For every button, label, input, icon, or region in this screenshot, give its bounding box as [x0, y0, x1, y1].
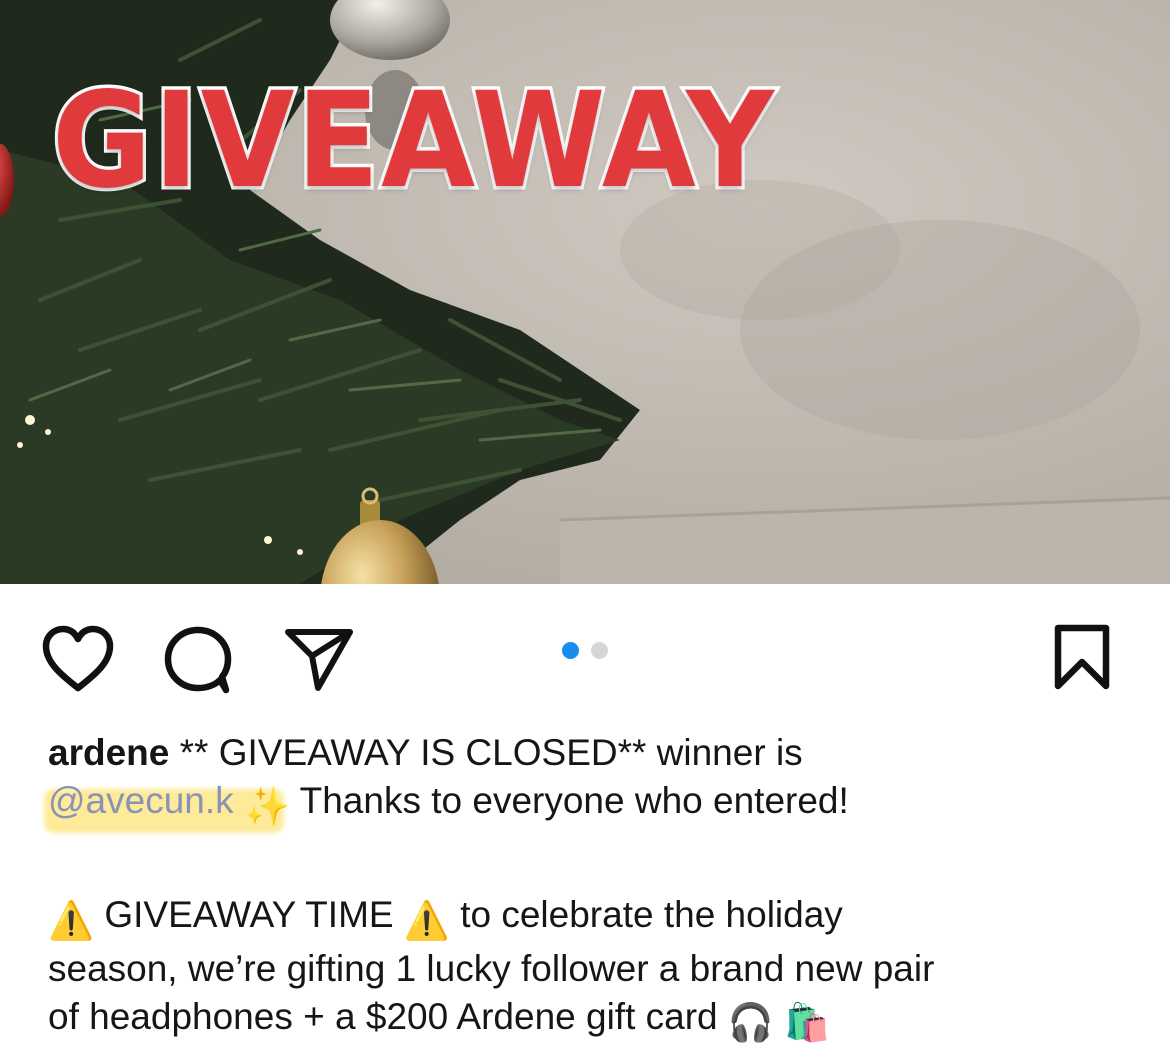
post-image[interactable]: GIVEAWAY	[0, 0, 1170, 584]
post-caption: ardene ** GIVEAWAY IS CLOSED** winner is…	[44, 729, 1138, 1047]
caption-line-4: season, we’re gifting 1 lucky follower a…	[48, 948, 935, 989]
caption-celebrate-text: to celebrate the holiday	[449, 894, 843, 935]
warning-icon: ⚠️	[403, 900, 450, 941]
caption-prize-text: of headphones + a $200 Ardene gift card	[48, 996, 728, 1037]
carousel-indicator	[560, 642, 612, 660]
giveaway-overlay-title: GIVEAWAY	[49, 61, 777, 222]
caption-thanks-text: Thanks to everyone who entered!	[290, 780, 849, 821]
bookmark-icon[interactable]	[1050, 624, 1114, 690]
warning-icon: ⚠️	[48, 900, 95, 941]
paper-plane-icon[interactable]	[282, 626, 356, 692]
caption-username[interactable]: ardene	[48, 732, 169, 773]
caption-line-5: of headphones + a $200 Ardene gift card …	[48, 993, 1138, 1047]
winner-mention[interactable]: @avecun.k	[44, 777, 284, 833]
headphones-icon: 🎧	[727, 1002, 774, 1043]
caption-line-1: ardene ** GIVEAWAY IS CLOSED** winner is	[48, 729, 1138, 777]
carousel-dot-active	[562, 642, 579, 659]
carousel-dot	[591, 642, 608, 659]
caption-closed-text: ** GIVEAWAY IS CLOSED** winner is	[169, 732, 803, 773]
sparkles-icon: ✨	[243, 786, 291, 827]
caption-line-2: @avecun.k ✨ Thanks to everyone who enter…	[44, 777, 1138, 833]
mention-text: @avecun.k	[48, 780, 234, 821]
shopping-bags-icon: 🛍️	[784, 1002, 831, 1043]
caption-line-3: ⚠️ GIVEAWAY TIME ⚠️ to celebrate the hol…	[48, 891, 1138, 945]
post-action-bar	[0, 600, 1170, 710]
giveaway-time-text: GIVEAWAY TIME	[94, 894, 404, 935]
heart-icon[interactable]	[40, 624, 116, 694]
comment-bubble-icon[interactable]	[160, 624, 236, 696]
